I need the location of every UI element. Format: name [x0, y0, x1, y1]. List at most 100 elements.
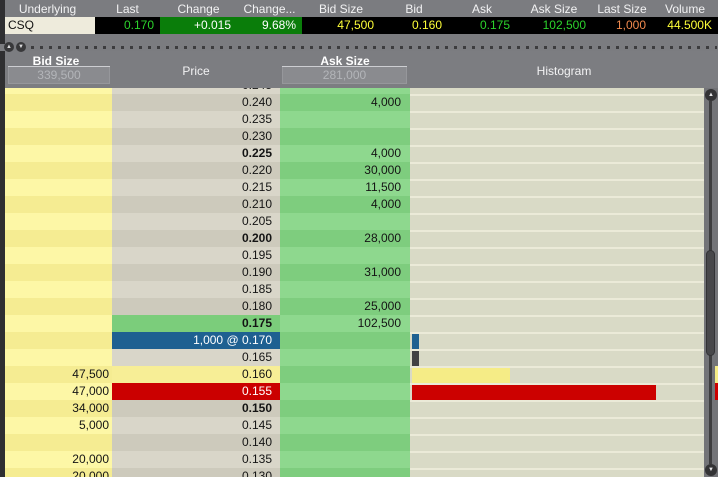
ladder-bid-size-cell[interactable] — [0, 298, 112, 315]
quote-header-bid: Bid — [380, 2, 448, 16]
histogram-column-label: Histogram — [410, 64, 718, 78]
ladder-ask-size-cell[interactable]: 25,000 — [280, 298, 410, 315]
ladder-ask-size-cell[interactable] — [280, 366, 410, 383]
ladder-bid-size-cell[interactable] — [0, 315, 112, 332]
ladder-price-cell[interactable]: 0.230 — [112, 128, 280, 145]
ladder-ask-size-cell[interactable] — [280, 128, 410, 145]
ladder-bid-size-cell[interactable] — [0, 213, 112, 230]
ladder-bid-size-cell[interactable] — [0, 247, 112, 264]
ladder-row: 0.205 — [0, 213, 718, 230]
ladder-bid-size-cell[interactable]: 20,000 — [0, 468, 112, 477]
ladder-ask-size-cell[interactable]: 31,000 — [280, 264, 410, 281]
ladder-ask-size-cell[interactable] — [280, 213, 410, 230]
ladder-price-cell[interactable]: 0.140 — [112, 434, 280, 451]
panel-splitter[interactable]: ▲ ▼ — [0, 44, 718, 51]
ladder-ask-size-cell[interactable]: 28,000 — [280, 230, 410, 247]
ladder-bid-size-cell[interactable]: 20,000 — [0, 451, 112, 468]
ladder-bid-size-cell[interactable] — [0, 264, 112, 281]
quote-header-bid-size: Bid Size — [302, 2, 380, 16]
ladder-ask-size-cell[interactable] — [280, 111, 410, 128]
ladder-bid-size-cell[interactable]: 5,000 — [0, 417, 112, 434]
ladder-price-cell[interactable]: 0.150 — [112, 400, 280, 417]
ladder-bid-size-cell[interactable] — [0, 128, 112, 145]
ladder-ask-size-cell[interactable] — [280, 451, 410, 468]
ladder-ask-size-cell[interactable]: 30,000 — [280, 162, 410, 179]
ladder-ask-size-cell[interactable] — [280, 400, 410, 417]
quote-row[interactable]: CSQ 0.170 +0.015 9.68% 47,500 0.160 0.17… — [0, 17, 718, 34]
ladder-bid-size-cell[interactable] — [0, 145, 112, 162]
ladder-ask-size-cell[interactable] — [280, 247, 410, 264]
splitter-collapse-up-button[interactable]: ▲ — [4, 42, 14, 52]
ladder-bid-size-cell[interactable] — [0, 349, 112, 366]
ladder-price-cell[interactable]: 0.185 — [112, 281, 280, 298]
ladder-price-cell[interactable]: 0.180 — [112, 298, 280, 315]
ladder-ask-size-cell[interactable] — [280, 349, 410, 366]
scrollbar-thumb[interactable] — [706, 250, 715, 356]
ladder-row: 0.19031,000 — [0, 264, 718, 281]
underlying-cell[interactable]: CSQ — [0, 17, 95, 34]
ladder-price-cell[interactable]: 0.190 — [112, 264, 280, 281]
ladder-histogram-cell — [410, 196, 718, 213]
ladder-row: 0.235 — [0, 111, 718, 128]
vertical-scrollbar[interactable]: ▲ ▼ — [704, 88, 718, 477]
ladder-ask-size-cell[interactable] — [280, 468, 410, 477]
ladder-bid-size-cell[interactable] — [0, 179, 112, 196]
ladder-ask-size-cell[interactable]: 4,000 — [280, 145, 410, 162]
ladder-bid-size-cell[interactable] — [0, 94, 112, 111]
scrollbar-down-button[interactable]: ▼ — [705, 464, 717, 476]
ladder-bid-size-cell[interactable] — [0, 230, 112, 247]
ladder-price-cell[interactable]: 0.200 — [112, 230, 280, 247]
ladder-histogram-cell — [410, 366, 718, 383]
quote-header-last-size: Last Size — [592, 2, 652, 16]
ladder-histogram-cell — [410, 468, 718, 477]
ladder-bid-size-cell[interactable] — [0, 162, 112, 179]
ladder-price-cell[interactable]: 0.155 — [112, 383, 280, 400]
ladder-ask-size-cell[interactable] — [280, 332, 410, 349]
ladder-row: 34,0000.150 — [0, 400, 718, 417]
bid-price-cell: 0.160 — [380, 17, 448, 34]
ladder-ask-size-cell[interactable]: 11,500 — [280, 179, 410, 196]
ladder-price-cell[interactable]: 0.235 — [112, 111, 280, 128]
quote-header-change-pct: Change... — [237, 2, 302, 16]
scrollbar-up-button[interactable]: ▲ — [705, 89, 717, 101]
ladder-bid-size-cell[interactable] — [0, 281, 112, 298]
ladder-price-cell[interactable]: 0.135 — [112, 451, 280, 468]
ladder-price-cell[interactable]: 0.220 — [112, 162, 280, 179]
ladder-ask-size-cell[interactable]: 4,000 — [280, 94, 410, 111]
ladder-bid-size-cell[interactable] — [0, 196, 112, 213]
ladder-price-cell[interactable]: 0.160 — [112, 366, 280, 383]
ladder-ask-size-cell[interactable] — [280, 281, 410, 298]
ladder-price-cell[interactable]: 0.205 — [112, 213, 280, 230]
ladder-bid-size-cell[interactable]: 34,000 — [0, 400, 112, 417]
ladder-ask-size-cell[interactable] — [280, 383, 410, 400]
ladder-row: 0.2254,000 — [0, 145, 718, 162]
histogram-bar — [412, 334, 419, 349]
dom-ladder-window: Underlying Last Change Change... Bid Siz… — [0, 0, 718, 477]
ladder-price-cell[interactable]: 0.195 — [112, 247, 280, 264]
ladder-price-cell[interactable]: 0.215 — [112, 179, 280, 196]
ladder-price-cell[interactable]: 0.145 — [112, 417, 280, 434]
bid-total-box: 339,500 — [8, 67, 110, 84]
ladder-price-cell[interactable]: 0.210 — [112, 196, 280, 213]
ladder-price-cell[interactable]: 0.130 — [112, 468, 280, 477]
ladder-bid-size-cell[interactable] — [0, 434, 112, 451]
ladder-bid-size-cell[interactable]: 47,000 — [0, 383, 112, 400]
chevron-up-icon: ▲ — [6, 44, 12, 50]
ladder-bid-size-cell[interactable]: 47,500 — [0, 366, 112, 383]
ladder-bid-size-cell[interactable] — [0, 332, 112, 349]
ladder-price-cell[interactable]: 0.175 — [112, 315, 280, 332]
ladder-bid-size-cell[interactable] — [0, 111, 112, 128]
working-order-cell[interactable]: 1,000 @ 0.170 — [112, 332, 280, 349]
ladder-ask-size-cell[interactable]: 102,500 — [280, 315, 410, 332]
ladder-ask-size-cell[interactable] — [280, 417, 410, 434]
ladder-ask-size-cell[interactable] — [280, 434, 410, 451]
ladder-row: 0.22030,000 — [0, 162, 718, 179]
ladder-price-cell[interactable]: 0.165 — [112, 349, 280, 366]
ladder-histogram-cell — [410, 315, 718, 332]
ladder-row: 0.18025,000 — [0, 298, 718, 315]
ladder-price-cell[interactable]: 0.225 — [112, 145, 280, 162]
splitter-collapse-down-button[interactable]: ▼ — [16, 42, 26, 52]
ladder-price-cell[interactable]: 0.240 — [112, 94, 280, 111]
ladder-histogram-cell — [410, 145, 718, 162]
ladder-ask-size-cell[interactable]: 4,000 — [280, 196, 410, 213]
